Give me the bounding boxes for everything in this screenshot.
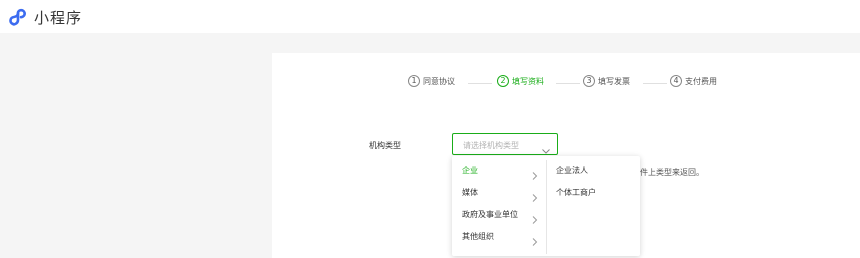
step-label: 同意协议	[423, 76, 455, 86]
category-label: 其他组织	[462, 232, 494, 241]
top-bar: 小程序	[0, 0, 860, 33]
subtype-option[interactable]: 企业法人	[547, 160, 639, 182]
step-connector	[468, 83, 492, 84]
category-option[interactable]: 企业	[452, 160, 546, 182]
step-number: 3	[583, 75, 595, 87]
hint-text: 件上类型来返回。	[640, 168, 704, 177]
org-type-placeholder: 请选择机构类型	[463, 141, 519, 150]
step-4: 4 支付费用	[670, 75, 717, 87]
category-label: 政府及事业单位	[462, 210, 518, 219]
step-2: 2 填写资料	[497, 75, 544, 87]
cascader-dropdown: 企业 媒体 政府及事业单位 其他组织 企业法人 个体工商户	[452, 156, 640, 256]
subtype-label: 个体工商户	[556, 188, 596, 197]
step-number: 1	[408, 75, 420, 87]
category-option[interactable]: 政府及事业单位	[452, 204, 546, 226]
subtype-option[interactable]: 个体工商户	[547, 182, 639, 204]
step-3: 3 填写发票	[583, 75, 630, 87]
step-label: 填写资料	[512, 76, 544, 86]
step-1: 1 同意协议	[408, 75, 455, 87]
org-type-label: 机构类型	[369, 141, 401, 150]
subtype-label: 企业法人	[556, 166, 588, 175]
category-label: 企业	[462, 166, 478, 175]
brand[interactable]: 小程序	[8, 7, 82, 27]
chevron-right-icon	[532, 233, 538, 255]
org-type-select[interactable]: 请选择机构类型	[452, 133, 558, 155]
step-connector	[556, 83, 580, 84]
step-number: 4	[670, 75, 682, 87]
category-option[interactable]: 其他组织	[452, 226, 546, 248]
step-label: 支付费用	[685, 76, 717, 86]
category-option[interactable]: 媒体	[452, 182, 546, 204]
step-connector	[643, 83, 667, 84]
subtype-column: 企业法人 个体工商户	[547, 160, 639, 204]
step-number: 2	[497, 75, 509, 87]
step-label: 填写发票	[598, 76, 630, 86]
category-column: 企业 媒体 政府及事业单位 其他组织	[452, 160, 546, 248]
app-title: 小程序	[34, 8, 83, 27]
category-label: 媒体	[462, 188, 478, 197]
miniprogram-logo-icon	[8, 7, 28, 27]
